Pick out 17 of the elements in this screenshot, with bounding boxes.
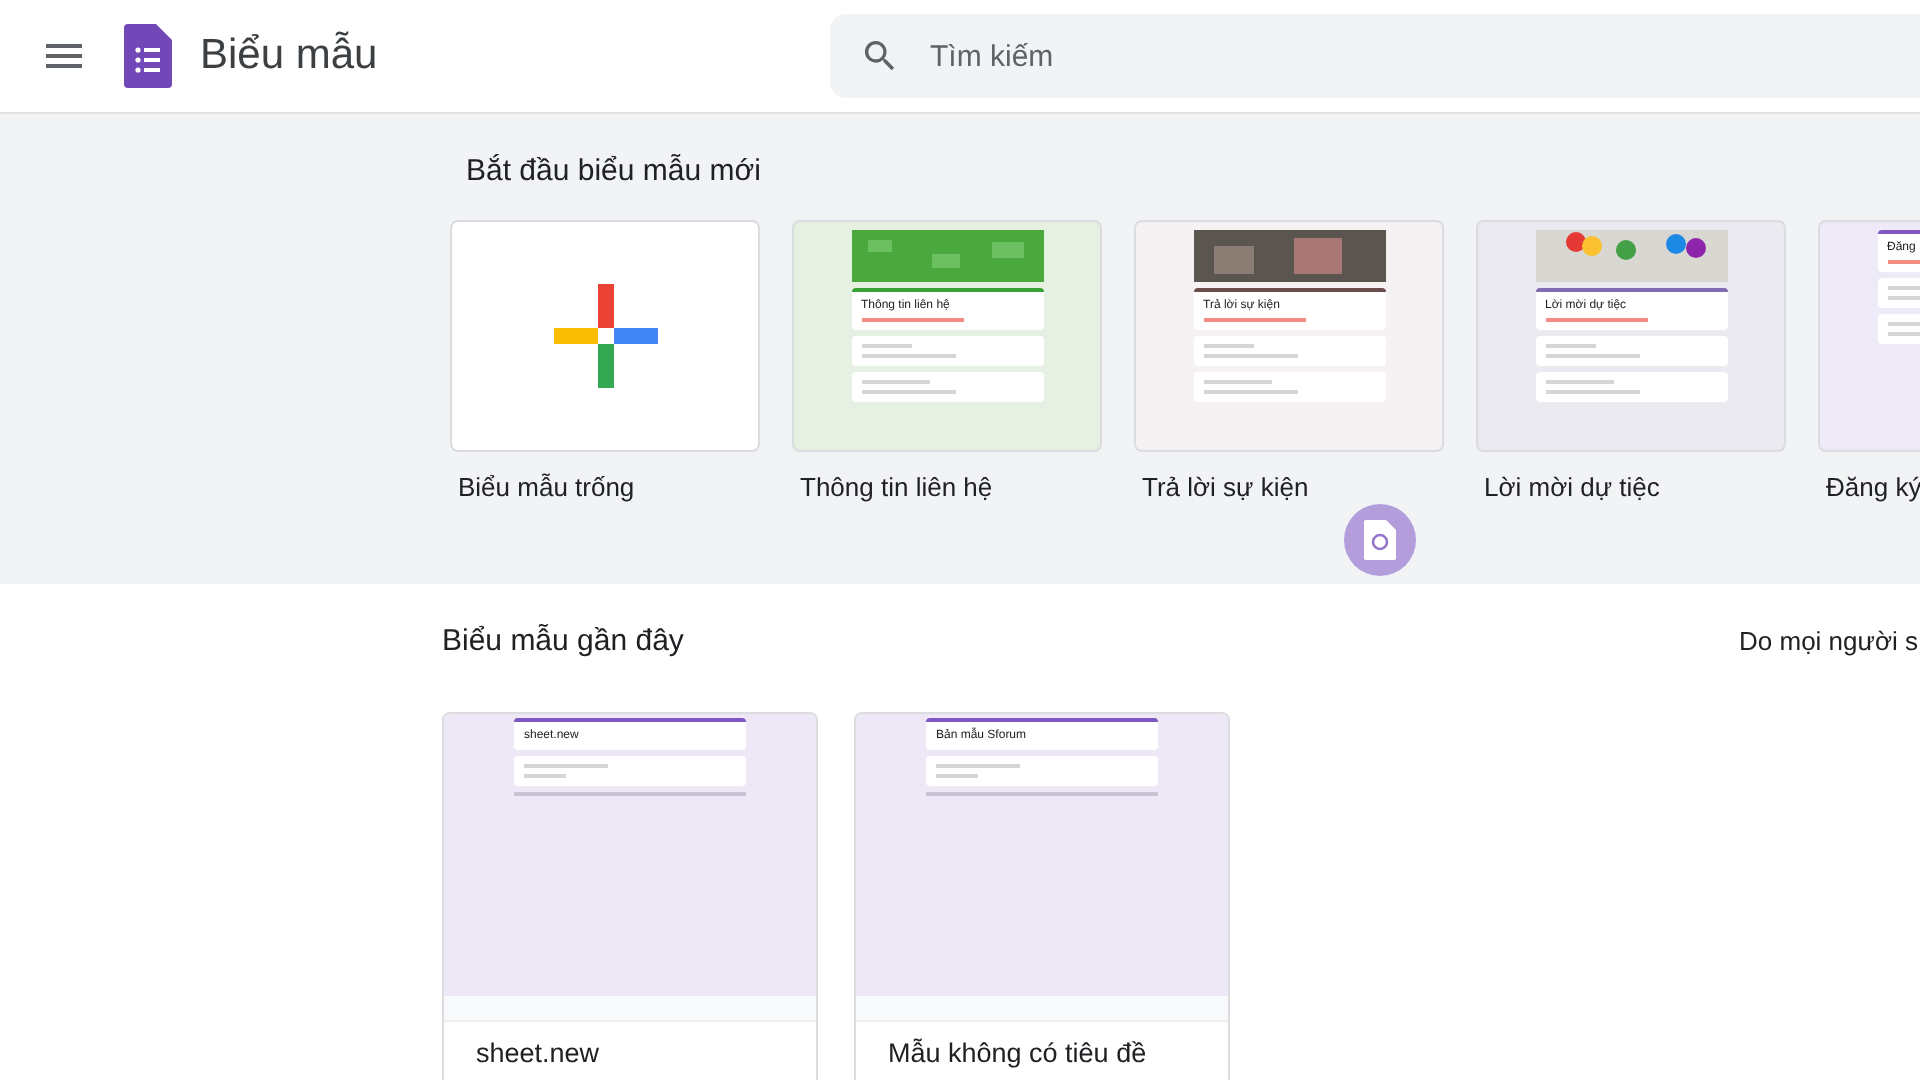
- blank-form-card[interactable]: [450, 220, 760, 452]
- template-label: Trả lời sự kiện: [1142, 472, 1311, 502]
- form-name: Mẫu không có tiêu đề: [888, 1038, 1149, 1068]
- search-icon: [860, 36, 900, 76]
- search-field[interactable]: Tìm kiếm: [830, 14, 1920, 98]
- menu-icon: [46, 44, 82, 68]
- form-name: sheet.new: [476, 1038, 602, 1068]
- template-label: Lời mời dự tiệc: [1484, 472, 1662, 502]
- section-title: Biểu mẫu gần đây: [442, 624, 684, 658]
- forms-logo-icon: [124, 24, 172, 88]
- document-icon: [1364, 520, 1396, 560]
- plus-icon: [553, 284, 657, 388]
- owner-filter-dropdown[interactable]: Do mọi người s: [1739, 626, 1918, 656]
- template-label: Thông tin liên hệ: [800, 472, 995, 502]
- section-title: Bắt đầu biểu mẫu mới: [466, 154, 763, 188]
- app-title: Biểu mẫu: [200, 32, 378, 80]
- template-label: Biểu mẫu trống: [458, 472, 637, 502]
